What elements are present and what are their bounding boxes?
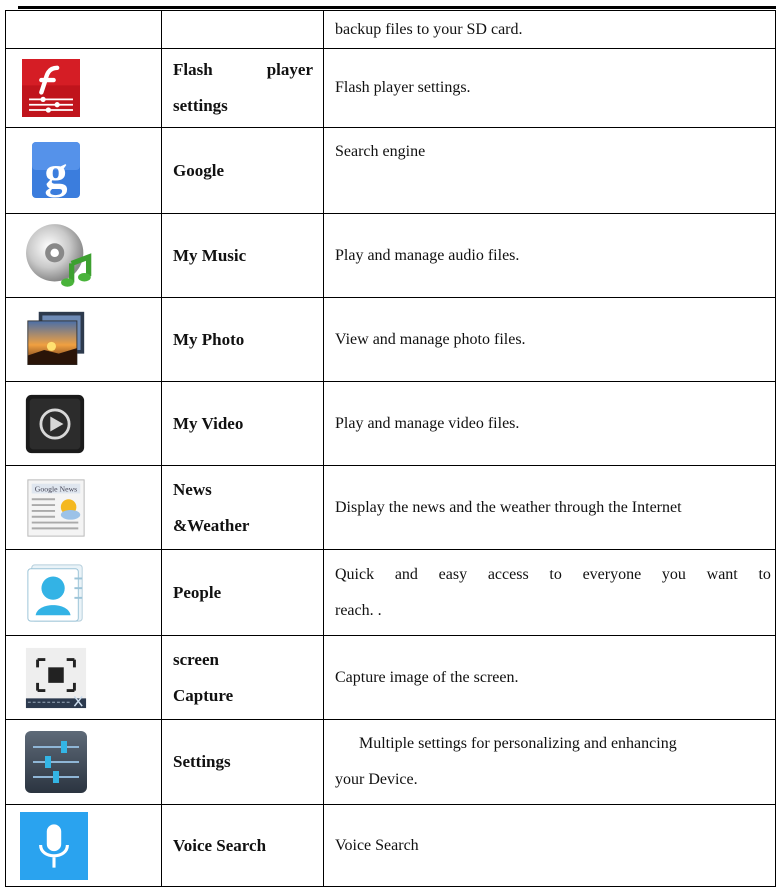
icon-cell — [5, 719, 162, 805]
svg-text:Google News: Google News — [35, 484, 77, 493]
description-text: View and manage photo files. — [335, 330, 526, 348]
description-text: backup files to your SD card. — [335, 20, 523, 38]
photo-gallery-icon — [27, 311, 85, 365]
description-text: Play and manage audio files. — [335, 246, 520, 264]
app-name: My Photo — [173, 329, 245, 349]
page-top-rule — [18, 6, 776, 9]
description-text: Display the news and the weather through… — [335, 498, 682, 516]
table-row: backup files to your SD card. — [5, 10, 776, 49]
app-name: Google — [173, 160, 224, 180]
app-description: View and manage photo files. — [323, 297, 776, 382]
table-row: Settings Multiple settings for personali… — [5, 719, 776, 805]
desc-word: easy — [438, 565, 468, 583]
app-name-line-2: Capture — [173, 685, 234, 705]
app-name-line-1: screen — [173, 649, 219, 669]
description-text: Play and manage video files. — [335, 414, 520, 432]
name-word: player — [266, 60, 313, 79]
app-description: backup files to your SD card. — [323, 10, 776, 49]
microphone-icon — [20, 811, 88, 880]
desc-word: to — [758, 565, 771, 583]
app-name-cell: Voice Search — [161, 804, 324, 887]
description-text: Capture image of the screen. — [335, 668, 519, 686]
app-description: Flash player settings. — [323, 48, 776, 128]
app-name-cell: News &Weather — [161, 465, 324, 550]
desc-word: you — [661, 565, 686, 583]
app-description: Play and manage video files. — [323, 381, 776, 466]
app-name-cell: Google — [161, 127, 324, 214]
table-row: Flash player settings Flash player settin… — [5, 48, 776, 128]
table-row: g Google Search engine — [5, 127, 776, 214]
desc-word: and — [394, 565, 418, 583]
desc-word: Quick — [335, 565, 375, 583]
app-description: Quick and easy access to everyone you want to re… — [323, 549, 776, 636]
app-description: Voice Search — [323, 804, 776, 887]
table-row: screen Capture Capture image of the scre… — [5, 635, 776, 720]
description-line-1: Multiple settings for personalizing and … — [359, 735, 677, 752]
app-name-cell: Flash player settings — [161, 48, 324, 128]
settings-sliders-icon — [25, 731, 87, 793]
description-text: Voice Search — [335, 836, 419, 854]
icon-cell — [5, 297, 162, 382]
table-row: Voice Search Voice Search — [5, 804, 776, 887]
icon-cell: Google News — [5, 465, 162, 550]
icon-cell: g — [5, 127, 162, 214]
table-row: My Photo View and manage photo files. — [5, 297, 776, 382]
app-name-cell: My Video — [161, 381, 324, 466]
icon-cell — [5, 635, 162, 720]
app-name-cell: My Music — [161, 213, 324, 298]
name-word: Flash — [173, 60, 213, 79]
description-line-2: reach. . — [335, 601, 382, 619]
table-row: Google News News &Weather Display the ne… — [5, 465, 776, 550]
news-weather-icon: Google News — [27, 478, 85, 537]
table-row: My Music Play and manage audio files. — [5, 213, 776, 298]
icon-cell — [5, 381, 162, 466]
app-name: People — [173, 582, 222, 602]
desc-word: access — [487, 565, 529, 583]
icon-cell — [5, 804, 162, 887]
icon-cell — [5, 549, 162, 636]
app-description: Multiple settings for personalizing and … — [323, 719, 776, 805]
app-name: My Video — [173, 413, 244, 433]
app-name-cell: screen Capture — [161, 635, 324, 720]
apps-table: backup files to your SD card. Flash playe… — [5, 10, 776, 887]
app-description: Play and manage audio files. — [323, 213, 776, 298]
app-name-cell: People — [161, 549, 324, 636]
app-name-cell: My Photo — [161, 297, 324, 382]
music-cd-icon — [26, 223, 92, 287]
flash-player-icon — [22, 59, 80, 117]
app-name-line-2: &Weather — [173, 515, 250, 535]
screen-capture-icon — [25, 647, 87, 708]
app-name-cell — [161, 10, 324, 49]
desc-word: everyone — [582, 565, 642, 583]
app-name: Voice Search — [173, 835, 267, 855]
app-name-cell: Settings — [161, 719, 324, 805]
app-name: Settings — [173, 752, 231, 771]
description-line-1: Quick and easy access to everyone you want to — [335, 557, 771, 593]
app-description: Display the news and the weather through… — [323, 465, 776, 550]
app-name-line-2: settings — [173, 96, 228, 115]
table-row: People Quick and easy access to everyone you wa… — [5, 549, 776, 636]
icon-cell — [5, 213, 162, 298]
people-contact-icon — [27, 563, 83, 622]
app-description: Capture image of the screen. — [323, 635, 776, 720]
app-name-line-1: News — [173, 479, 212, 499]
app-name-line-1: Flash player — [173, 52, 323, 88]
icon-cell — [5, 10, 162, 49]
description-line-2: your Device. — [335, 771, 418, 788]
video-play-icon — [25, 394, 85, 453]
app-name: My Music — [173, 245, 247, 265]
description-text: Flash player settings. — [335, 79, 471, 96]
app-description: Search engine — [323, 127, 776, 214]
table-row: My Video Play and manage video files. — [5, 381, 776, 466]
icon-cell — [5, 48, 162, 128]
google-search-icon: g — [22, 137, 88, 204]
desc-word: to — [549, 565, 562, 583]
desc-word: want — [706, 565, 738, 583]
description-text: Search engine — [335, 143, 426, 160]
svg-text:g: g — [45, 147, 68, 198]
